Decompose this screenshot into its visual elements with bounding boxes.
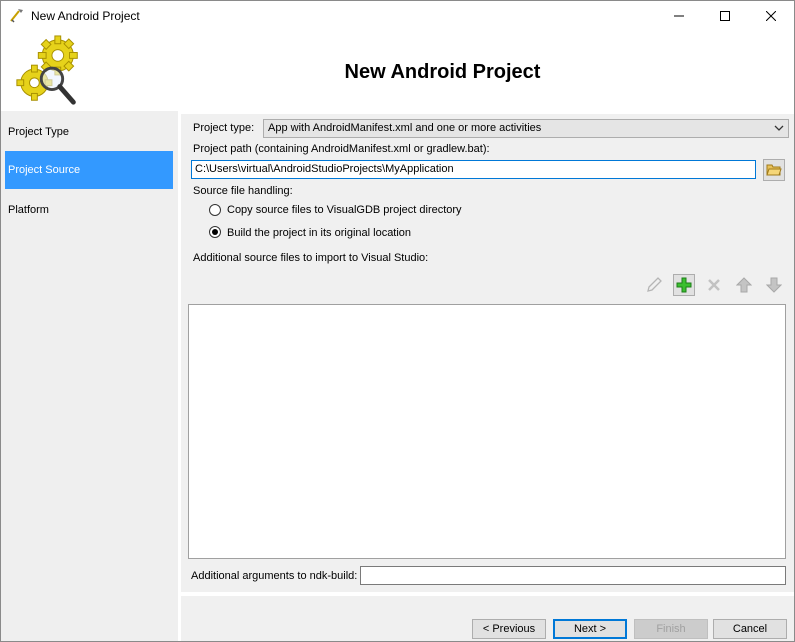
window-title: New Android Project	[31, 9, 140, 23]
wizard-sidebar: Project Type Project Source Platform	[1, 111, 178, 641]
add-file-button[interactable]	[673, 274, 695, 296]
radio-selected-dot	[212, 229, 218, 235]
project-path-input[interactable]: C:\Users\virtual\AndroidStudioProjects\M…	[191, 160, 756, 179]
browse-folder-button[interactable]	[763, 159, 785, 181]
wizard-window: New Android Project New Android Project …	[0, 0, 795, 642]
project-path-label: Project path (containing AndroidManifest…	[193, 143, 490, 155]
previous-button[interactable]: < Previous	[472, 619, 546, 639]
page-title: New Android Project	[344, 61, 541, 83]
finish-button[interactable]: Finish	[634, 619, 708, 639]
radio-build-original[interactable]	[209, 226, 221, 238]
move-down-button[interactable]	[763, 274, 785, 296]
source-handling-label: Source file handling:	[193, 185, 293, 197]
app-icon	[10, 9, 23, 23]
maximize-button[interactable]	[702, 1, 748, 31]
ndk-args-label: Additional arguments to ndk-build:	[191, 570, 358, 582]
sidebar-item-project-type[interactable]: Project Type	[5, 113, 173, 151]
sidebar-item-label: Platform	[8, 204, 49, 216]
project-type-dropdown[interactable]: App with AndroidManifest.xml and one or …	[263, 119, 789, 138]
folder-open-icon	[766, 164, 782, 176]
pencil-icon	[647, 277, 662, 292]
project-type-value: App with AndroidManifest.xml and one or …	[268, 122, 542, 134]
minimize-icon	[674, 15, 684, 17]
wizard-footer: < Previous Next > Finish Cancel	[181, 596, 794, 641]
chevron-down-icon	[774, 120, 784, 143]
ndk-args-input[interactable]	[360, 566, 786, 585]
add-icon	[676, 277, 692, 293]
wizard-header: New Android Project	[1, 31, 794, 111]
additional-files-list[interactable]	[188, 304, 786, 559]
sidebar-item-label: Project Type	[8, 126, 69, 138]
delete-icon	[708, 279, 720, 291]
close-button[interactable]	[748, 1, 794, 31]
move-down-icon	[766, 277, 782, 293]
close-icon	[766, 11, 776, 21]
sidebar-item-project-source[interactable]: Project Source	[5, 151, 173, 189]
sidebar-item-label: Project Source	[8, 164, 81, 176]
project-path-value: C:\Users\virtual\AndroidStudioProjects\M…	[195, 163, 454, 175]
radio-copy-source-label[interactable]: Copy source files to VisualGDB project d…	[227, 204, 462, 216]
minimize-button[interactable]	[656, 1, 702, 31]
radio-build-original-label[interactable]: Build the project in its original locati…	[227, 227, 411, 239]
next-button[interactable]: Next >	[553, 619, 627, 639]
main-panel: Project type: App with AndroidManifest.x…	[181, 114, 794, 592]
sidebar-item-platform[interactable]: Platform	[5, 191, 173, 229]
project-type-label: Project type:	[193, 122, 255, 134]
move-up-icon	[736, 277, 752, 293]
additional-files-label: Additional source files to import to Vis…	[193, 252, 429, 264]
radio-copy-source[interactable]	[209, 204, 221, 216]
cancel-button[interactable]: Cancel	[713, 619, 787, 639]
title-bar: New Android Project	[1, 1, 794, 31]
maximize-icon	[720, 11, 730, 21]
edit-file-button[interactable]	[643, 274, 665, 296]
delete-file-button[interactable]	[703, 274, 725, 296]
move-up-button[interactable]	[733, 274, 755, 296]
